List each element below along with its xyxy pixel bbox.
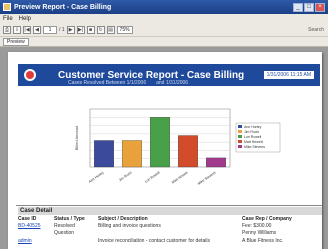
table-header: Case ID Status / Type Subject / Descript… [18, 216, 322, 222]
header-company: Case Rep / Company [242, 216, 292, 222]
menu-item-file[interactable]: File [3, 16, 13, 22]
bar [94, 140, 114, 168]
sub-toolbar: Preview [0, 37, 328, 47]
minimize-button[interactable]: _ [293, 2, 303, 12]
print-icon[interactable]: ⎙ [3, 25, 11, 34]
header-subject: Subject / Description [98, 216, 148, 222]
page-setup-icon[interactable]: ▤ [106, 25, 115, 34]
bar-chart: Billed AmountAnn Hurley Jim Rudd Lori Rowe… [74, 108, 281, 186]
case-type [54, 238, 98, 244]
report-subtitle-left: Cases Resolved Between 1/1/2006 [68, 80, 147, 86]
legend-label: Lori Rowell [244, 135, 262, 139]
menu-bar: File Help [0, 14, 328, 23]
window-title: Preview Report - Case Billing [14, 3, 112, 11]
zoom-select[interactable]: 75% [116, 25, 133, 34]
case-id-link[interactable]: BD-40525 [18, 223, 54, 229]
legend-label: Matt Hewett [244, 140, 263, 144]
page-count: / 1 [59, 26, 65, 33]
x-tick-label: Ann Hurley [88, 170, 105, 183]
report-title: Customer Service Report - Case Billing [58, 69, 245, 81]
tab-preview[interactable]: Preview [3, 37, 29, 46]
app-icon [3, 3, 11, 11]
legend-swatch [238, 130, 242, 133]
x-tick-label: Jim Rudd [118, 171, 132, 183]
last-page-icon[interactable]: ▶| [76, 25, 85, 34]
next-page-icon[interactable]: ▶ [66, 25, 75, 34]
section-title: Case Detail [18, 207, 322, 215]
case-owner-link[interactable]: admin [18, 238, 54, 244]
chart: Billed Amount Ann Hurley Jim Rudd Lori Rowe… [72, 103, 322, 193]
legend-swatch [238, 125, 242, 128]
report-subtitle: Cases Resolved Between 1/1/2006 and 1/31… [68, 80, 248, 86]
x-tick-label: Matt Hewett [171, 171, 189, 185]
case-company: A Blue Fitness Inc. [242, 238, 284, 244]
divider [16, 205, 322, 206]
y-axis-label: Billed Amount [74, 125, 79, 150]
legend-swatch [238, 140, 242, 143]
case-type: Question [54, 230, 75, 236]
legend-swatch [238, 135, 242, 138]
case-id [18, 230, 54, 236]
page-number-input[interactable]: 1 [43, 25, 57, 34]
bar [150, 117, 170, 168]
bar [178, 135, 198, 168]
header-case-id: Case ID [18, 216, 37, 222]
legend-label: Ann Hurley [244, 125, 262, 129]
case-subject [98, 230, 242, 236]
header-status: Status / Type [54, 216, 85, 222]
x-tick-label: Lori Rowell [144, 170, 161, 183]
maximize-button[interactable]: □ [304, 2, 314, 12]
case-status: Resolved [54, 223, 75, 229]
search-label[interactable]: Search [308, 27, 324, 33]
legend-label: Jim Rudd [244, 130, 259, 134]
case-subject: Billing and invoice questions [98, 223, 161, 229]
first-page-icon[interactable]: |◀ [23, 25, 31, 34]
title-bar: Preview Report - Case Billing _ □ × [0, 0, 328, 14]
previous-page-icon[interactable]: ◀ [33, 25, 41, 34]
table-row: Question Penny Williams [18, 230, 322, 236]
close-button[interactable]: × [315, 2, 325, 12]
report-date: 1/31/2006 11:15 AM [263, 71, 314, 79]
table-row: BD-40525 Resolved Billing and invoice qu… [18, 223, 322, 229]
x-tick-label: Mike Stevens [197, 170, 217, 185]
case-company: Fee: $300.00 [242, 223, 272, 229]
menu-item-help[interactable]: Help [19, 16, 31, 22]
company-logo-icon [24, 69, 36, 81]
report-subtitle-right: and 1/31/2006 [156, 80, 189, 86]
case-rep: Penny Williams [242, 230, 277, 236]
legend-label: Mike Stevens [244, 145, 265, 149]
bar [122, 140, 142, 168]
export-icon[interactable]: ⇩ [13, 25, 21, 34]
table-row: admin Invoice reconciliation - contact c… [18, 238, 322, 244]
bar [206, 157, 226, 168]
legend-swatch [238, 145, 242, 148]
refresh-icon[interactable]: ↻ [96, 25, 105, 34]
case-description: Invoice reconciliation - contact custome… [98, 238, 210, 244]
stop-icon[interactable]: ■ [86, 25, 95, 34]
toolbar: ⎙ ⇩ |◀ ◀ 1 / 1 ▶ ▶| ■ ↻ ▤ 75% Search [0, 23, 328, 37]
